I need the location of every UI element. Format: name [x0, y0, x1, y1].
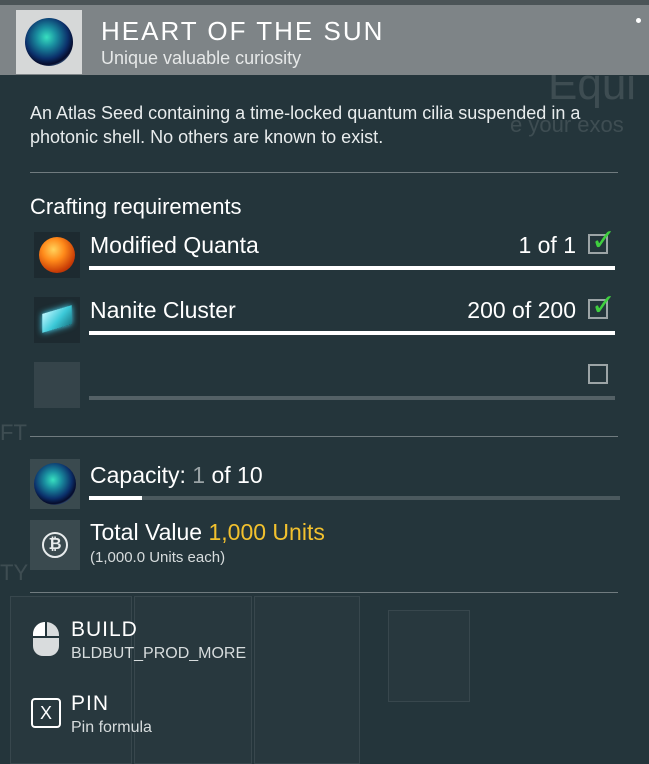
capacity-label-text: Capacity:	[90, 462, 186, 488]
mouse-body	[33, 622, 59, 656]
crafting-requirements-title: Crafting requirements	[30, 194, 242, 219]
requirement-row-modified-quanta[interactable]: Modified Quanta 1 of 1 ✓	[30, 226, 620, 286]
build-action-subtitle: BLDBUT_PROD_MORE	[71, 645, 247, 662]
requirement-checkbox	[588, 364, 608, 384]
pin-action[interactable]: X PIN Pin formula	[30, 692, 620, 748]
total-value-amount: 1,000 Units	[208, 519, 325, 545]
nanite-chip-shape	[42, 305, 72, 333]
divider	[30, 172, 618, 173]
requirement-count: 1 of 1	[518, 232, 576, 258]
mouse-split	[45, 622, 47, 636]
requirement-progress-bar	[89, 396, 615, 400]
requirement-name: Modified Quanta	[90, 232, 259, 258]
checkmark-icon: ✓	[590, 224, 616, 257]
item-subtitle: Unique valuable curiosity	[101, 48, 302, 68]
item-title: HEART OF THE SUN	[101, 16, 385, 46]
total-value: Total Value 1,000 Units	[90, 519, 325, 546]
x-key-icon: X	[30, 696, 64, 730]
requirement-progress-bar	[89, 266, 615, 270]
heart-of-the-sun-orb-icon	[34, 463, 76, 505]
background-ghost-text: TY	[0, 560, 29, 585]
mouse-left-button	[33, 622, 45, 636]
item-icon-frame	[16, 10, 82, 74]
nanite-cluster-icon	[34, 297, 80, 343]
requirement-count: 200 of 200	[467, 297, 576, 323]
heart-of-the-sun-orb-icon	[25, 18, 73, 66]
capacity-label: Capacity: 1 of 10	[90, 462, 263, 489]
capacity-bar-fill	[89, 496, 143, 500]
capacity-max: of 10	[211, 462, 263, 488]
total-value-label: Total Value	[90, 519, 203, 545]
units-icon: ₿	[42, 532, 68, 558]
background-ghost-text: FT	[0, 420, 27, 445]
divider	[30, 436, 618, 437]
capacity-bar	[89, 496, 620, 500]
modified-quanta-icon	[34, 232, 80, 278]
item-description: An Atlas Seed containing a time-locked q…	[30, 103, 581, 147]
header-dot-icon	[636, 18, 641, 23]
mouse-left-click-icon	[30, 622, 64, 656]
pin-action-subtitle: Pin formula	[71, 719, 152, 736]
build-action-title: BUILD	[71, 618, 138, 641]
requirement-row-empty	[30, 360, 620, 416]
value-each: (1,000.0 Units each)	[90, 549, 226, 566]
empty-slot-icon	[34, 362, 80, 408]
capacity-item-icon	[30, 459, 80, 509]
mouse-line	[33, 636, 59, 638]
modified-quanta-orb	[39, 237, 75, 273]
requirement-name: Nanite Cluster	[90, 297, 236, 323]
pin-action-title: PIN	[71, 692, 110, 715]
requirement-progress-bar	[89, 331, 615, 335]
checkmark-icon: ✓	[590, 289, 616, 322]
requirement-row-nanite-cluster[interactable]: Nanite Cluster 200 of 200 ✓	[30, 291, 620, 351]
divider	[30, 592, 618, 593]
item-header: HEART OF THE SUN Unique valuable curiosi…	[0, 5, 649, 75]
build-action[interactable]: BUILD BLDBUT_PROD_MORE	[30, 618, 620, 674]
x-key-label: X	[31, 698, 61, 728]
capacity-current: 1	[192, 462, 206, 488]
units-icon-frame: ₿	[30, 520, 80, 570]
